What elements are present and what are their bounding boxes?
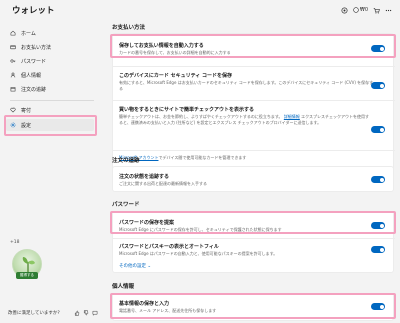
sidebar-divider [10, 100, 94, 101]
card-icon [10, 45, 16, 50]
sidebar-item-home[interactable]: ホーム [6, 27, 94, 39]
sidebar-item-payment[interactable]: お支払い方法 [6, 41, 94, 53]
sidebar-item-settings[interactable]: 設定 [6, 119, 94, 131]
sidebar-item-personal[interactable]: 個人情報 [6, 69, 94, 81]
toggle-save-cvv[interactable] [371, 82, 385, 89]
mission-icon[interactable] [341, 6, 348, 14]
password-settings-card: パスワードの保存を提案 Microsoft Edge にパスワードの保存を許可し… [112, 211, 395, 273]
home-icon [10, 30, 16, 36]
sidebar: ホーム お支払い方法 パスワード 個人情報 注文の追跡 寄付 設定 +18 獲得… [0, 20, 100, 323]
setting-row-passkey-autofill: パスワードとパスキーの表示とオートフィル Microsoft Edge はパスワ… [119, 243, 377, 257]
feedback-question: 改善に満足していますか? [8, 311, 60, 316]
setting-title: パスワードとパスキーの表示とオートフィル [119, 244, 219, 250]
more-settings-link[interactable]: その他の設定 ⌄ [119, 263, 151, 269]
setting-row-express-checkout: 買い物をするときにサイトで簡単チェックアウトを表示する 簡単チェックアウトは、お… [119, 106, 369, 126]
section-title-password: パスワード [112, 202, 140, 208]
coin-icon [353, 7, 359, 13]
setting-row-basic-info: 基本情報の保存と入力 電話番号、メール アドレス、配送先住所も保存します [119, 300, 377, 314]
sidebar-item-order-tracking[interactable]: 注文の追跡 [6, 83, 94, 95]
card-divider [113, 66, 395, 67]
setting-desc: 簡単チェックアウトは、お金を節約し、よりすばやくチェックアウトするのに役立ちます… [119, 114, 369, 125]
settings-main: お支払い方法 保存してお支払い情報を自動入力する カードの番号を保存して、お支払… [110, 20, 396, 323]
coin-value: ₩0 [359, 7, 368, 13]
setting-row-save-cvv: このデバイスにカード セキュリティ コードを保存 有効にすると、Microsof… [119, 72, 377, 92]
toggle-passkey-autofill[interactable] [371, 246, 385, 253]
setting-row-autofill-payment: 保存してお支払い情報を自動入力する カードの番号を保存して、お支払いの詳細を自動… [119, 42, 377, 56]
personal-settings-card: 基本情報の保存と入力 電話番号、メール アドレス、配送先住所も保存します [112, 293, 394, 321]
cart-icon[interactable] [373, 7, 380, 14]
learn-more-link[interactable]: 詳細情報 [284, 114, 300, 119]
sidebar-item-label: 設定 [21, 122, 32, 129]
section-title-tracking: 注文の追跡 [112, 158, 140, 164]
setting-row-order-tracking: 注文の状態を追跡する ご注文に関する出荷と配達の最新情報を入手する [119, 173, 377, 187]
toggle-offer-save-password[interactable] [371, 222, 385, 229]
feedback-icons [74, 310, 98, 316]
gear-icon [10, 122, 16, 128]
setting-title: 保存してお支払い情報を自動入力する [119, 43, 204, 49]
app-header: ウォレット ₩0 [0, 0, 400, 20]
coin-balance[interactable]: ₩0 [353, 7, 368, 13]
sidebar-item-donation[interactable]: 寄付 [6, 104, 94, 116]
box-icon [10, 87, 16, 92]
key-icon [10, 59, 16, 63]
header-actions: ₩0 [341, 6, 392, 14]
rewards-avatar[interactable]: +18 獲得する [8, 240, 48, 286]
sidebar-item-label: 寄付 [21, 107, 32, 114]
heart-icon [10, 107, 16, 113]
setting-desc: 電話番号、メール アドレス、配送先住所も保存します [119, 308, 217, 313]
sidebar-item-label: ホーム [21, 30, 36, 37]
thumbs-up-icon[interactable] [74, 310, 80, 316]
card-divider [113, 100, 395, 101]
setting-row-offer-save-password: パスワードの保存を提案 Microsoft Edge にパスワードの保存を許可し… [119, 219, 377, 233]
setting-title: 注文の状態を追跡する [119, 174, 170, 180]
setting-desc: ご注文に関する出荷と配達の最新情報を入手する [119, 181, 207, 186]
avatar-label: 獲得する [16, 272, 38, 279]
thumbs-down-icon[interactable] [83, 310, 89, 316]
setting-desc: Microsoft Edge はパスワードの自動入力と、使用可能なパスキーの提案… [119, 251, 278, 256]
tracking-settings-card: 注文の状態を追跡する ご注文に関する出荷と配達の最新情報を入手する [112, 166, 394, 192]
sidebar-item-password[interactable]: パスワード [6, 55, 94, 67]
setting-title: このデバイスにカード セキュリティ コードを保存 [119, 73, 233, 79]
setting-desc: Microsoft Edge にパスワードの保存を許可し、セキュリティで保護され… [119, 227, 282, 232]
sidebar-item-label: お支払い方法 [21, 44, 52, 51]
person-icon [10, 72, 16, 78]
sidebar-item-label: パスワード [21, 58, 47, 65]
section-title-personal: 個人情報 [112, 284, 135, 290]
app-title: ウォレット [12, 6, 55, 16]
toggle-basic-info[interactable] [371, 303, 385, 310]
toggle-express-checkout[interactable] [371, 126, 385, 133]
more-icon[interactable] [385, 7, 392, 14]
toggle-order-tracking[interactable] [371, 176, 385, 183]
payment-settings-card: 保存してお支払い情報を自動入力する カードの番号を保存して、お支払いの詳細を自動… [112, 33, 395, 176]
sidebar-footer: 改善に満足していますか? [8, 310, 98, 316]
section-title-payment: お支払い方法 [112, 25, 146, 31]
setting-desc: カードの番号を保存して、お支払いの詳細を自動的に入力する [119, 50, 231, 55]
badge-count: +18 [10, 240, 20, 245]
sidebar-item-label: 注文の追跡 [21, 86, 47, 93]
card-divider [113, 238, 395, 239]
setting-desc: 有効にすると、Microsoft Edge はお支払いカードのセキュリティ コー… [119, 80, 374, 91]
setting-title: 買い物をするときにサイトで簡単チェックアウトを表示する [119, 107, 255, 113]
toggle-autofill-payment[interactable] [371, 45, 385, 52]
setting-title: 基本情報の保存と入力 [119, 301, 170, 307]
comment-icon[interactable] [92, 310, 98, 316]
sidebar-item-label: 個人情報 [21, 72, 42, 79]
card-divider [113, 150, 395, 151]
setting-title: パスワードの保存を提案 [119, 220, 175, 226]
